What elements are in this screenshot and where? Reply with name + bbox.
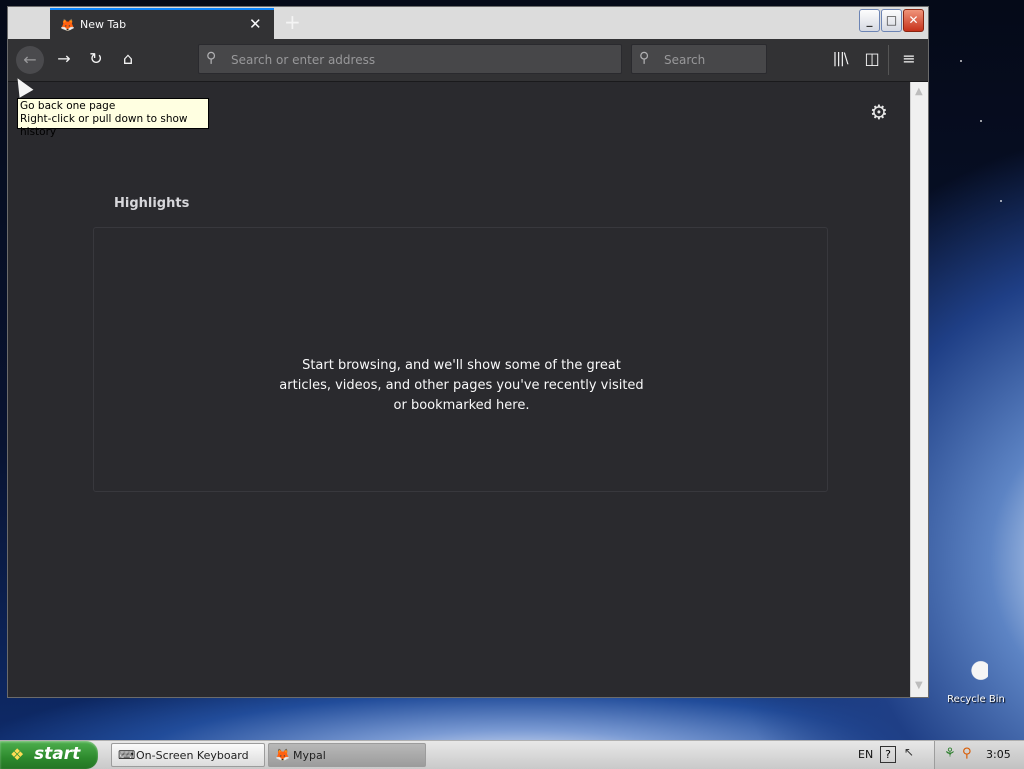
network-icon[interactable]: ⚘ <box>944 746 956 761</box>
scroll-up-icon[interactable]: ▲ <box>915 86 923 97</box>
system-tray: ⚘ ⚲ 3:05 <box>934 741 1024 769</box>
windows-logo-icon: ❖ <box>10 745 25 764</box>
sidebar-button[interactable]: ◫ <box>860 47 884 71</box>
highlights-heading: Highlights <box>114 196 190 211</box>
back-button[interactable]: ← <box>16 46 44 74</box>
search-icon: ⚲ <box>639 50 650 66</box>
star <box>1000 200 1002 202</box>
back-button-tooltip: Go back one page Right-click or pull dow… <box>17 98 209 138</box>
close-tab-icon[interactable]: ✕ <box>249 15 262 33</box>
star <box>960 60 962 62</box>
highlights-empty-message: Start browsing, and we'll show some of t… <box>279 358 644 413</box>
new-tab-page: ⚙ Highlights Start browsing, and we'll s… <box>8 82 910 697</box>
highlights-section: Start browsing, and we'll show some of t… <box>93 227 828 492</box>
minimize-button[interactable]: _ <box>859 9 880 32</box>
tab-strip: 🦊 New Tab ✕ + _ □ ✕ <box>8 7 928 39</box>
clock: 3:05 <box>986 748 1011 761</box>
tab-title: New Tab <box>80 18 127 31</box>
reload-button[interactable]: ↻ <box>84 47 108 71</box>
maximize-button[interactable]: □ <box>881 9 902 32</box>
tab-new-tab[interactable]: 🦊 New Tab ✕ <box>50 8 274 39</box>
pointer-icon[interactable]: ↖ <box>904 745 914 759</box>
close-window-button[interactable]: ✕ <box>903 9 924 32</box>
recycle-bin[interactable]: Recycle Bin <box>944 660 1008 705</box>
scroll-down-icon[interactable]: ▼ <box>915 680 923 691</box>
taskbar-item-on-screen-keyboard[interactable]: ⌨ On-Screen Keyboard <box>111 743 265 767</box>
language-indicator[interactable]: EN <box>858 748 873 761</box>
recycle-bin-icon <box>964 660 988 690</box>
menu-button[interactable]: ≡ <box>897 47 921 71</box>
star <box>980 120 982 122</box>
tooltip-line: Go back one page <box>20 100 116 112</box>
taskbar-item-label: On-Screen Keyboard <box>136 749 249 762</box>
library-button[interactable]: |||\ <box>828 47 852 71</box>
navigation-toolbar: ← → ↻ ⌂ ⚲ ⚲ |||\ ◫ ≡ <box>8 39 928 82</box>
mypal-icon: 🦊 <box>275 748 290 762</box>
forward-button[interactable]: → <box>52 47 76 71</box>
address-input[interactable] <box>229 50 593 70</box>
help-icon[interactable]: ? <box>880 746 896 763</box>
vertical-scrollbar[interactable]: ▲ ▼ <box>910 82 928 697</box>
search-icon: ⚲ <box>206 50 217 66</box>
toolbar-separator <box>888 45 889 75</box>
taskbar-item-label: Mypal <box>293 749 326 762</box>
search-input[interactable] <box>662 50 766 70</box>
recycle-bin-label: Recycle Bin <box>947 694 1005 705</box>
keyboard-icon: ⌨ <box>118 748 136 762</box>
taskbar-item-mypal[interactable]: 🦊 Mypal <box>268 743 426 767</box>
start-label: start <box>34 744 81 764</box>
new-tab-button[interactable]: + <box>284 10 301 34</box>
gear-icon[interactable]: ⚙ <box>870 100 888 124</box>
mypal-icon: 🦊 <box>60 18 75 32</box>
home-button[interactable]: ⌂ <box>116 47 140 71</box>
tooltip-line: Right-click or pull down to show history <box>20 113 188 138</box>
search-bar[interactable]: ⚲ <box>631 44 767 74</box>
search-icon[interactable]: ⚲ <box>962 746 972 761</box>
start-button[interactable]: ❖ start <box>0 741 98 769</box>
taskbar: ❖ start ⌨ On-Screen Keyboard 🦊 Mypal EN … <box>0 740 1024 769</box>
address-bar[interactable]: ⚲ <box>198 44 622 74</box>
